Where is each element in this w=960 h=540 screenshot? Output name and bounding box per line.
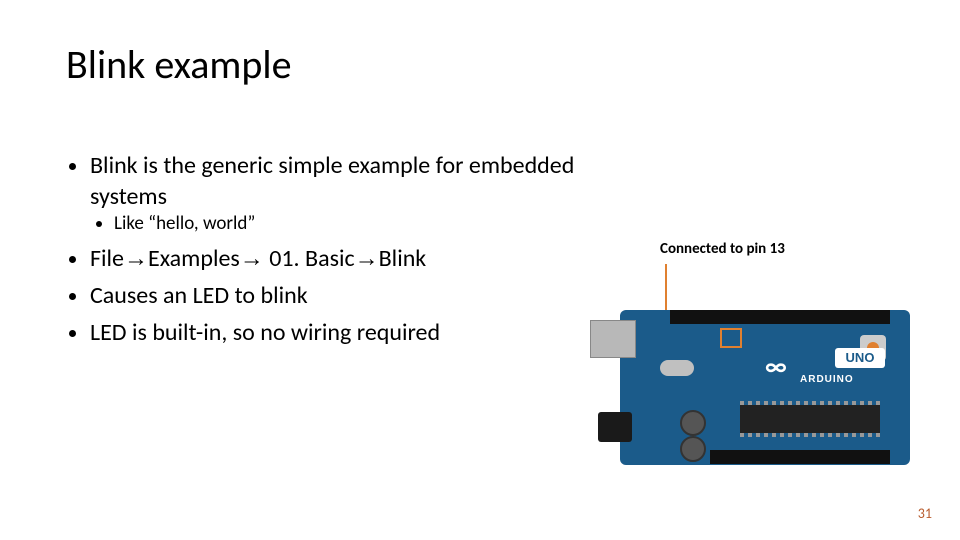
bullet-2-blink: Blink bbox=[379, 244, 427, 273]
power-jack-icon bbox=[598, 412, 632, 442]
crystal-icon bbox=[660, 360, 694, 376]
arrow-icon: → bbox=[240, 245, 264, 272]
callout-label: Connected to pin 13 bbox=[660, 240, 785, 258]
capacitor-icon bbox=[680, 410, 706, 436]
microcontroller-chip-icon bbox=[740, 405, 880, 433]
bullet-2-basic: 01. Basic bbox=[264, 244, 355, 273]
logo-icon: ∞ bbox=[765, 350, 787, 382]
bullet-2-examples: Examples bbox=[148, 244, 240, 273]
header-bottom bbox=[710, 450, 890, 464]
bullet-4: LED is built-in, so no wiring required bbox=[90, 317, 626, 348]
bullet-1: Blink is the generic simple example for … bbox=[90, 150, 626, 237]
capacitor-icon bbox=[680, 436, 706, 462]
brand-label: ARDUINO bbox=[800, 374, 854, 385]
slide-body: Blink is the generic simple example for … bbox=[66, 150, 626, 355]
bullet-2-file: File bbox=[90, 244, 124, 273]
bullet-1a: Like “hello, world” bbox=[114, 212, 626, 237]
pcb bbox=[620, 310, 910, 465]
arrow-icon: → bbox=[124, 245, 148, 272]
arduino-board-image: ∞ UNO ARDUINO bbox=[560, 290, 930, 480]
arrow-icon: → bbox=[355, 245, 379, 272]
bullet-1-text: Blink is the generic simple example for … bbox=[90, 151, 574, 211]
slide-title: Blink example bbox=[66, 40, 291, 89]
bullet-2: File→Examples→ 01. Basic→Blink bbox=[90, 243, 626, 274]
header-top bbox=[670, 310, 890, 324]
model-badge: UNO bbox=[835, 348, 885, 368]
bullet-3: Causes an LED to blink bbox=[90, 280, 626, 311]
led-highlight-box bbox=[720, 328, 742, 348]
usb-port-icon bbox=[590, 320, 636, 358]
slide: Blink example Blink is the generic simpl… bbox=[0, 0, 960, 540]
page-number: 31 bbox=[918, 505, 932, 522]
